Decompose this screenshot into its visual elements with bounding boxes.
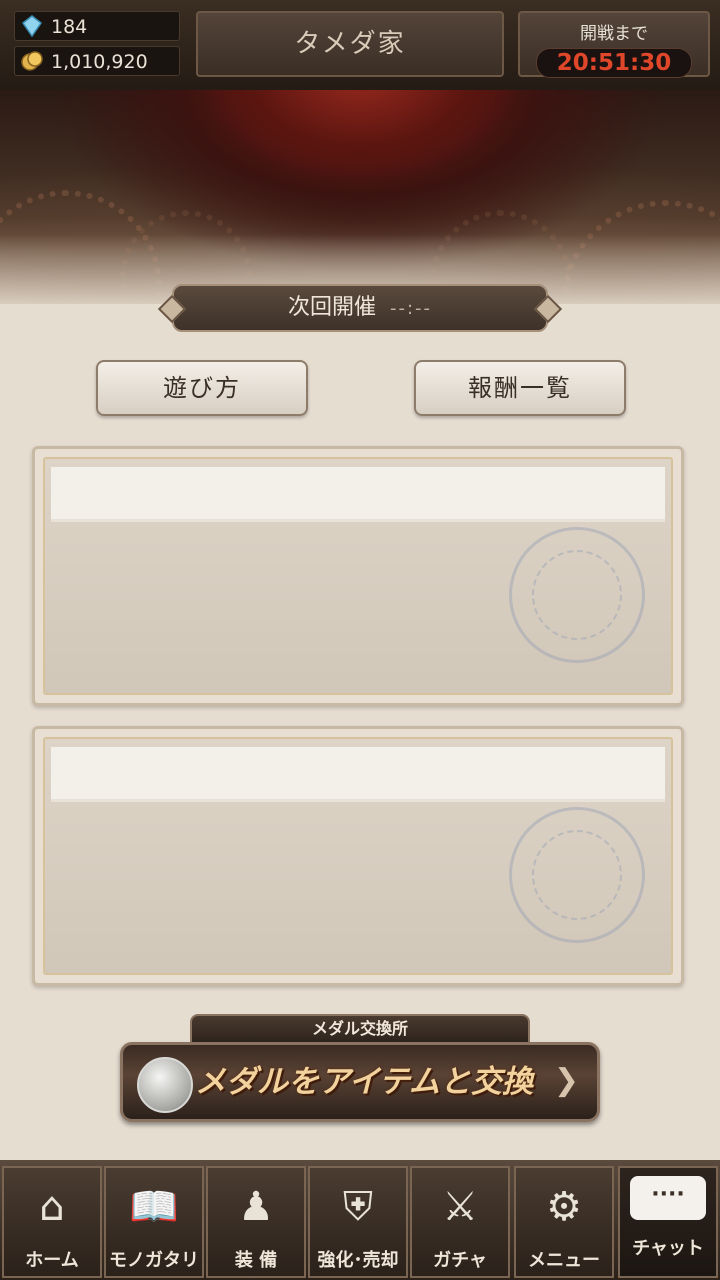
- coin-icon: [21, 51, 43, 71]
- nav-label: モノガタリ: [109, 1250, 199, 1271]
- panel-header-strip: [51, 747, 665, 802]
- nav-label: 強化･売却: [317, 1250, 399, 1271]
- nav-enhance-sell[interactable]: ⛨ 強化･売却: [308, 1166, 408, 1278]
- next-session-plate: 次回開催 --:--: [157, 284, 563, 332]
- nav-label: ガチャ: [433, 1250, 487, 1271]
- medal-coin-icon: [137, 1057, 193, 1113]
- nav-label: 装 備: [234, 1250, 278, 1271]
- medal-exchange-button[interactable]: メダルをアイテムと交換 ❯: [120, 1042, 600, 1122]
- info-panel-2: [32, 726, 684, 986]
- medal-exchange-text: メダルをアイテムと交換: [195, 1064, 533, 1100]
- next-session-label: 次回開催: [287, 295, 376, 320]
- medal-exchange-label: メダル交換所: [190, 1014, 530, 1044]
- nav-home[interactable]: ⌂ ホーム: [2, 1166, 102, 1278]
- nav-label: チャット: [632, 1238, 704, 1259]
- home-icon: ⌂: [39, 1184, 65, 1230]
- book-icon: 📖: [129, 1184, 179, 1230]
- nav-chat[interactable]: ···· チャット: [618, 1166, 718, 1278]
- nav-gacha[interactable]: ⚔ ガチャ: [410, 1166, 510, 1278]
- clock-watermark-icon: [509, 807, 645, 943]
- nav-equip[interactable]: ♟ 装 備: [206, 1166, 306, 1278]
- top-bar: 184 1,010,920 タメダ家 開戦まで 20:51:30: [0, 0, 720, 90]
- battle-timer: 開戦まで 20:51:30: [518, 11, 710, 78]
- puppet-icon: ♟: [238, 1184, 274, 1230]
- how-to-play-button[interactable]: 遊び方: [96, 360, 308, 416]
- reward-list-button[interactable]: 報酬一覧: [414, 360, 626, 416]
- house-name[interactable]: タメダ家: [196, 11, 504, 77]
- bottom-nav: ⌂ ホーム 📖 モノガタリ ♟ 装 備 ⛨ 強化･売却 ⚔ ガチャ ⚙ メニュー…: [0, 1160, 720, 1280]
- helmet-icon: ⛨: [343, 1184, 373, 1230]
- gem-count: 184: [51, 16, 88, 38]
- swords-icon: ⚔: [442, 1184, 478, 1230]
- gem-counter: 184: [14, 11, 180, 41]
- nav-menu[interactable]: ⚙ メニュー: [514, 1166, 614, 1278]
- timer-value: 20:51:30: [536, 48, 692, 78]
- next-session-time: --:--: [389, 298, 433, 319]
- panel-header-strip: [51, 467, 665, 522]
- curtain-decoration: [200, 90, 520, 180]
- gears-icon: ⚙: [546, 1184, 582, 1230]
- nav-label: メニュー: [528, 1250, 600, 1271]
- clock-watermark-icon: [509, 527, 645, 663]
- coin-counter: 1,010,920: [14, 46, 180, 76]
- chat-icon: ····: [630, 1176, 706, 1220]
- coin-count: 1,010,920: [51, 51, 148, 73]
- nav-label: ホーム: [25, 1250, 79, 1271]
- chevron-right-icon: ❯: [553, 1063, 579, 1098]
- crystal-icon: [21, 15, 43, 37]
- info-panel-1: [32, 446, 684, 706]
- timer-label: 開戦まで: [580, 24, 648, 44]
- nav-story[interactable]: 📖 モノガタリ: [104, 1166, 204, 1278]
- event-banner: [0, 90, 720, 304]
